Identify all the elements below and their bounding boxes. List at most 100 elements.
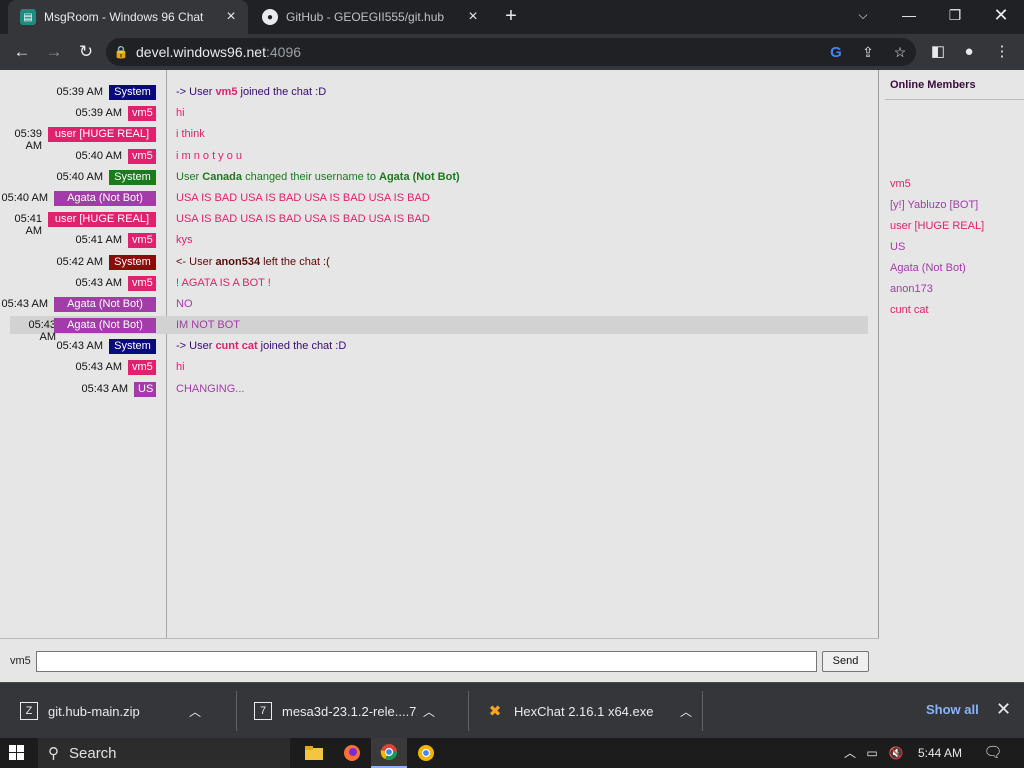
chevron-up-icon[interactable]: ︿ [183,703,207,720]
search-label: Search [69,744,117,762]
member-item[interactable]: Agata (Not Bot) [890,262,966,274]
message-text: -> User vm5 joined the chat :D [176,86,326,98]
downloads-bar: Z git.hub-main.zip ︿ 7 mesa3d-23.1.2-rel… [0,682,1024,738]
forward-arrow-icon[interactable]: → [42,40,66,64]
username-badge[interactable]: vm5 [128,106,156,121]
chat-message: 05:39 AM vm5 hi [0,104,870,122]
username-badge[interactable]: System [109,170,156,185]
message-timestamp: 05:43 AM [75,361,122,373]
message-text: hi [176,107,185,119]
download-filename: git.hub-main.zip [48,703,140,719]
download-separator [702,691,703,731]
username-badge[interactable]: System [109,85,156,100]
tab-strip: ▤ MsgRoom - Windows 96 Chat × ● GitHub -… [0,0,1024,34]
firefox-icon[interactable] [334,738,370,768]
tab-msgroom[interactable]: ▤ MsgRoom - Windows 96 Chat × [8,0,248,34]
member-item[interactable]: vm5 [890,178,911,190]
close-tab-icon[interactable]: × [464,8,482,26]
url-text[interactable]: devel.windows96.net:4096 [136,44,301,60]
restore-icon[interactable]: ❐ [932,0,978,30]
message-text: <- User anon534 left the chat :( [176,256,330,268]
username-badge[interactable]: vm5 [128,149,156,164]
taskbar-search-box[interactable]: ⚲ Search [38,738,290,768]
address-bar[interactable]: 🔒 devel.windows96.net:4096 G ⇪ ☆ [106,38,916,66]
close-window-icon[interactable]: ✕ [978,0,1024,30]
tray-chevron-up-icon[interactable]: ︿ [840,738,860,768]
lock-icon[interactable]: 🔒 [106,45,136,59]
message-text: USA IS BAD USA IS BAD USA IS BAD USA IS … [176,213,430,225]
windows-start-icon[interactable] [6,743,28,763]
msgroom-page: 05:39 AM System -> User vm5 joined the cha… [0,70,1024,682]
member-item[interactable]: [y!] Yabluzo [BOT] [890,199,978,211]
message-timestamp: 05:41 AM [75,234,122,246]
menu-dots-icon[interactable]: ⋮ [990,40,1014,64]
bookmark-star-icon[interactable]: ☆ [884,44,916,61]
download-filename: mesa3d-23.1.2-rele....7z [282,703,417,719]
message-username-mention: cunt cat [215,340,258,352]
current-username-label: vm5 [10,655,31,667]
google-lens-icon[interactable]: G [820,44,852,61]
tab-search-chevron-icon[interactable]: ⌵ [840,0,886,30]
message-text: kys [176,234,193,246]
notifications-icon[interactable]: 🗨 [978,738,1008,768]
download-item[interactable]: 7 mesa3d-23.1.2-rele....7z ︿ [234,683,441,739]
volume-muted-icon[interactable]: 🔇 [886,738,906,768]
member-item[interactable]: user [HUGE REAL] [890,220,984,232]
new-tab-plus-icon[interactable]: + [500,6,522,28]
username-badge[interactable]: vm5 [128,276,156,291]
username-badge[interactable]: user [HUGE REAL] [48,127,156,142]
file-explorer-icon[interactable] [296,738,332,768]
side-panel-icon[interactable]: ◧ [926,40,950,64]
chevron-up-icon[interactable]: ︿ [417,703,441,720]
close-tab-icon[interactable]: × [222,8,240,26]
message-input[interactable] [36,651,817,672]
chrome-icon[interactable] [371,738,407,768]
message-text: IM NOT BOT [176,319,240,331]
browser-toolbar: ← → ↻ 🔒 devel.windows96.net:4096 G ⇪ ☆ ◧… [0,34,1024,70]
show-all-downloads-link[interactable]: Show all [926,702,979,717]
send-button[interactable]: Send [822,651,869,672]
username-badge[interactable]: System [109,255,156,270]
chevron-up-icon[interactable]: ︿ [674,703,698,720]
member-item[interactable]: US [890,241,905,253]
message-fragment: i think [176,128,205,140]
message-username-mention: anon534 [215,256,261,268]
username-badge[interactable]: Agata (Not Bot) [54,191,156,206]
chat-message: 05:40 AM vm5 i m n o t y o u [0,147,870,165]
username-badge[interactable]: Agata (Not Bot) [54,297,156,312]
username-badge[interactable]: Agata (Not Bot) [54,318,156,333]
hexchat-icon: ✖ [488,703,502,720]
message-text: CHANGING... [176,383,244,395]
message-fragment: NO [176,298,193,310]
chat-message: 05:42 AM System <- User anon534 left the c… [0,253,870,271]
clock[interactable]: 5:44 AM [910,738,970,768]
chrome-beta-icon[interactable] [408,738,444,768]
tab-github[interactable]: ● GitHub - GEOEGII555/git.hub × [250,0,490,34]
username-badge[interactable]: user [HUGE REAL] [48,212,156,227]
back-arrow-icon[interactable]: ← [10,40,34,64]
message-text: User Canada changed their username to Ag… [176,171,460,183]
member-item[interactable]: cunt cat [890,304,929,316]
username-badge[interactable]: vm5 [128,360,156,375]
username-badge[interactable]: System [109,339,156,354]
chat-message: 05:43 AM Agata (Not Bot) NO [0,295,870,313]
network-icon[interactable]: ▭ [862,738,882,768]
profile-icon[interactable]: ● [957,40,981,64]
reload-icon[interactable]: ↻ [74,40,98,64]
close-downloads-icon[interactable]: ✕ [996,699,1011,720]
username-badge[interactable]: vm5 [128,233,156,248]
chat-log[interactable]: 05:39 AM System -> User vm5 joined the cha… [0,70,879,638]
message-fragment: changed their username to [242,171,380,183]
tab-title: MsgRoom - Windows 96 Chat [44,10,204,24]
zip-file-icon: Z [20,702,38,720]
share-icon[interactable]: ⇪ [852,44,884,61]
message-timestamp: 05:42 AM [56,256,103,268]
member-item[interactable]: anon173 [890,283,933,295]
minimize-icon[interactable]: — [886,0,932,30]
username-badge[interactable]: US [134,382,156,397]
message-timestamp: 05:40 AM [56,171,103,183]
download-item[interactable]: ✖ HexChat 2.16.1 x64.exe ︿ [466,683,698,739]
chat-message: 05:43 AM vm5 ! AGATA IS A BOT ! [0,274,870,292]
download-item[interactable]: Z git.hub-main.zip ︿ [0,683,207,739]
message-input-row: vm5 Send [0,638,879,682]
